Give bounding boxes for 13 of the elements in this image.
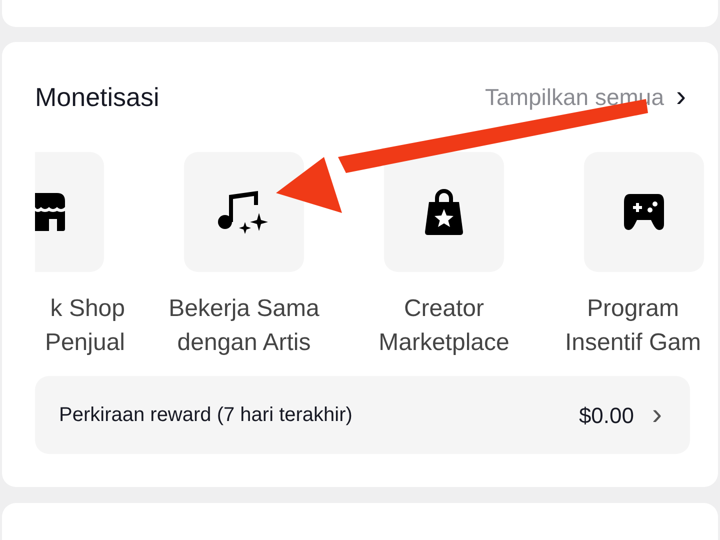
gamepad-icon <box>622 192 666 232</box>
feature-tile[interactable] <box>184 152 304 272</box>
feature-tile[interactable] <box>35 152 104 272</box>
shopping-bag-icon <box>424 188 464 236</box>
feature-tile[interactable] <box>384 152 504 272</box>
feature-tile[interactable] <box>584 152 704 272</box>
store-icon <box>35 193 65 231</box>
section-title: Monetisasi <box>35 80 160 114</box>
feature-label: Creator Marketplace <box>378 294 510 358</box>
feature-label: k Shop Penjual <box>44 294 125 358</box>
reward-row[interactable]: Perkiraan reward (7 hari terakhir) $0.00 › <box>35 376 690 454</box>
feature-label: Bekerja Sama dengan Artis <box>168 294 320 358</box>
feature-label: Program Insentif Gam <box>564 294 702 358</box>
